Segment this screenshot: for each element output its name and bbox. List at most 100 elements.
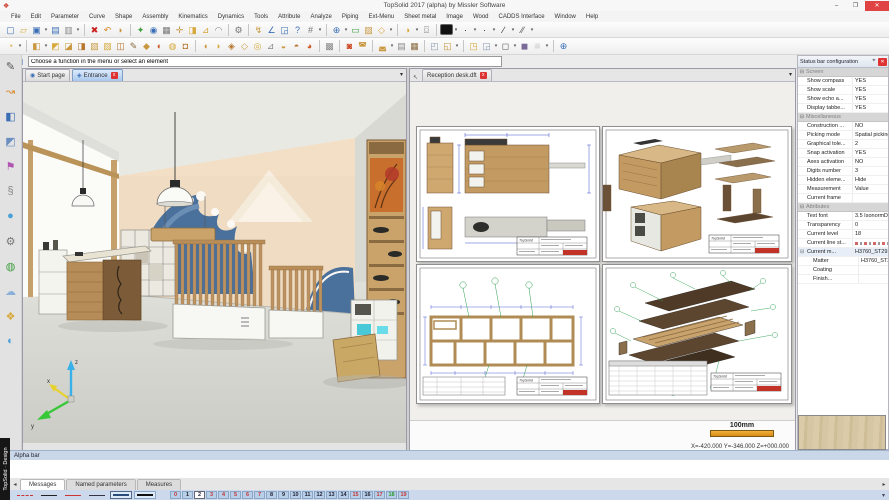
paste-set-icon[interactable]: ◱ <box>441 40 454 52</box>
property-value[interactable]: NO <box>852 158 888 166</box>
redo-brush-icon[interactable]: ◗ <box>114 24 127 36</box>
sphere-tool-icon[interactable]: ● <box>3 208 19 224</box>
drawing-sheet-iso[interactable] <box>602 126 792 262</box>
assembly-tool-icon[interactable]: ❖ <box>3 308 19 324</box>
wood-panel-icon[interactable]: ◧ <box>30 40 43 52</box>
gear-tool-icon[interactable]: ⚙ <box>3 233 19 249</box>
delete-icon[interactable]: ✖ <box>88 24 101 36</box>
wood-saw-icon[interactable]: ◎ <box>251 40 264 52</box>
close-tab-icon[interactable]: x <box>111 72 118 79</box>
property-row[interactable]: ⊟Current m...H3760_ST29... <box>798 248 888 257</box>
property-value[interactable] <box>852 239 888 247</box>
restore-button[interactable]: ❐ <box>846 1 865 11</box>
alpha-bar[interactable]: Alpha bar <box>10 450 889 460</box>
collapse-icon[interactable]: ⊟ <box>798 69 806 75</box>
property-value[interactable] <box>858 266 888 274</box>
measure-angle-icon[interactable]: ∠ <box>265 24 278 36</box>
drawing-sheet-ortho[interactable] <box>416 126 600 262</box>
menu-wood[interactable]: Wood <box>468 14 494 20</box>
wood-trim-icon[interactable]: ◓ <box>290 40 303 52</box>
property-value[interactable] <box>852 194 888 202</box>
web-help-icon[interactable]: ⊕ <box>557 40 570 52</box>
page-box-19[interactable]: 19 <box>398 491 409 499</box>
property-value[interactable]: 3 <box>852 167 888 175</box>
wood-corner-icon[interactable]: ◘ <box>179 40 192 52</box>
menu-window[interactable]: Window <box>550 14 581 20</box>
message-area[interactable] <box>10 460 889 479</box>
prompt-input[interactable] <box>28 56 502 67</box>
check-model-icon[interactable]: ◲ <box>278 24 291 36</box>
dropdown-caret-icon[interactable]: ▾ <box>544 43 550 49</box>
property-value[interactable]: YES <box>852 104 888 112</box>
property-value[interactable]: YES <box>852 95 888 103</box>
wood-lock-icon[interactable]: ◍ <box>166 40 179 52</box>
property-row[interactable]: Hidden eleme...Hide <box>798 176 888 185</box>
print-icon[interactable]: ▥ <box>62 24 75 36</box>
wood-band-icon[interactable]: ⊿ <box>264 40 277 52</box>
menu-analyze[interactable]: Analyze <box>305 14 336 20</box>
move-folder-icon[interactable]: ◛ <box>376 40 389 52</box>
page-box-13[interactable]: 13 <box>326 491 337 499</box>
save-template-icon[interactable]: ▤ <box>49 24 62 36</box>
dropdown-caret-icon[interactable]: ▾ <box>454 43 460 49</box>
wood-block-icon[interactable]: ◪ <box>62 40 75 52</box>
page-box-6[interactable]: 6 <box>242 491 253 499</box>
section-icon[interactable]: ◑ <box>401 24 414 36</box>
line-style-icon[interactable]: ∕ <box>497 24 510 36</box>
page-box-7[interactable]: 7 <box>254 491 265 499</box>
close-tab-icon[interactable]: x <box>480 72 487 79</box>
menu-ext-menu[interactable]: Ext-Menu <box>364 14 400 20</box>
page-box-2[interactable]: 2 <box>194 491 205 499</box>
wood-glue-icon[interactable]: ◕ <box>303 40 316 52</box>
menu-dynamics[interactable]: Dynamics <box>213 14 249 20</box>
nesting-icon[interactable]: ◙ <box>343 40 356 52</box>
point-style-icon[interactable]: · <box>459 24 472 36</box>
property-value[interactable]: Spatial picking <box>852 131 888 139</box>
property-row[interactable]: Transparency0 <box>798 221 888 230</box>
page-box-9[interactable]: 9 <box>278 491 289 499</box>
screw-tool-icon[interactable]: § <box>3 183 19 199</box>
property-row[interactable]: Graphical tole...2 <box>798 140 888 149</box>
tab-entrance[interactable]: ◈ Entrance x <box>72 69 123 81</box>
info-icon[interactable]: ? <box>291 24 304 36</box>
linewidth-thick-black[interactable] <box>134 491 156 499</box>
page-box-11[interactable]: 11 <box>302 491 313 499</box>
wood-hinge-icon[interactable]: ◐ <box>153 40 166 52</box>
smooth-icon[interactable]: ◠ <box>212 24 225 36</box>
dropdown-caret-icon[interactable]: ▾ <box>388 27 394 33</box>
wood-screw-icon[interactable]: ✎ <box>127 40 140 52</box>
menu-sheet-metal[interactable]: Sheet metal <box>399 14 441 20</box>
modify-shape-icon[interactable]: ◉ <box>147 24 160 36</box>
linewidth-thick-blue[interactable] <box>110 491 132 499</box>
move-element-icon[interactable]: ✛ <box>173 24 186 36</box>
menu-help[interactable]: Help <box>581 14 603 20</box>
menu-kinematics[interactable]: Kinematics <box>173 14 212 20</box>
page-box-10[interactable]: 10 <box>290 491 301 499</box>
section-header-miscellaneous[interactable]: ⊟Miscellaneous <box>798 113 888 122</box>
page-box-5[interactable]: 5 <box>230 491 241 499</box>
tab-scroll-left-icon[interactable]: ◂ <box>10 481 20 488</box>
dropdown-caret-icon[interactable]: ▾ <box>17 43 23 49</box>
material-preview-swatch[interactable] <box>798 415 886 450</box>
menu-shape[interactable]: Shape <box>110 14 137 20</box>
constraint-icon[interactable]: ⊿ <box>199 24 212 36</box>
zoom-window-icon[interactable]: ▭ <box>349 24 362 36</box>
menu-piping[interactable]: Piping <box>337 14 364 20</box>
collapse-icon[interactable]: ⊟ <box>798 204 806 210</box>
property-value[interactable]: YES <box>852 77 888 85</box>
tab-start-page[interactable]: ◉ Start page <box>25 69 70 81</box>
menu-edit[interactable]: Edit <box>26 14 46 20</box>
tab-reception-desk[interactable]: Reception desk.dft x <box>422 69 492 81</box>
tools-wrench-icon[interactable]: ⚙ <box>232 24 245 36</box>
render-image-icon[interactable]: ▨ <box>362 24 375 36</box>
property-value[interactable]: 18 <box>852 230 888 238</box>
menu-file[interactable]: File <box>6 14 26 20</box>
property-value[interactable]: NO <box>852 122 888 130</box>
property-row[interactable]: Current frame <box>798 194 888 203</box>
property-value[interactable]: YES <box>852 86 888 94</box>
close-button[interactable]: ✕ <box>865 1 889 11</box>
linestyle-solid-red[interactable] <box>62 491 84 499</box>
shape-tool-icon[interactable]: ◧ <box>3 108 19 124</box>
dropdown-caret-icon[interactable]: ▾ <box>317 27 323 33</box>
linestyle-solid-black[interactable] <box>38 491 60 499</box>
